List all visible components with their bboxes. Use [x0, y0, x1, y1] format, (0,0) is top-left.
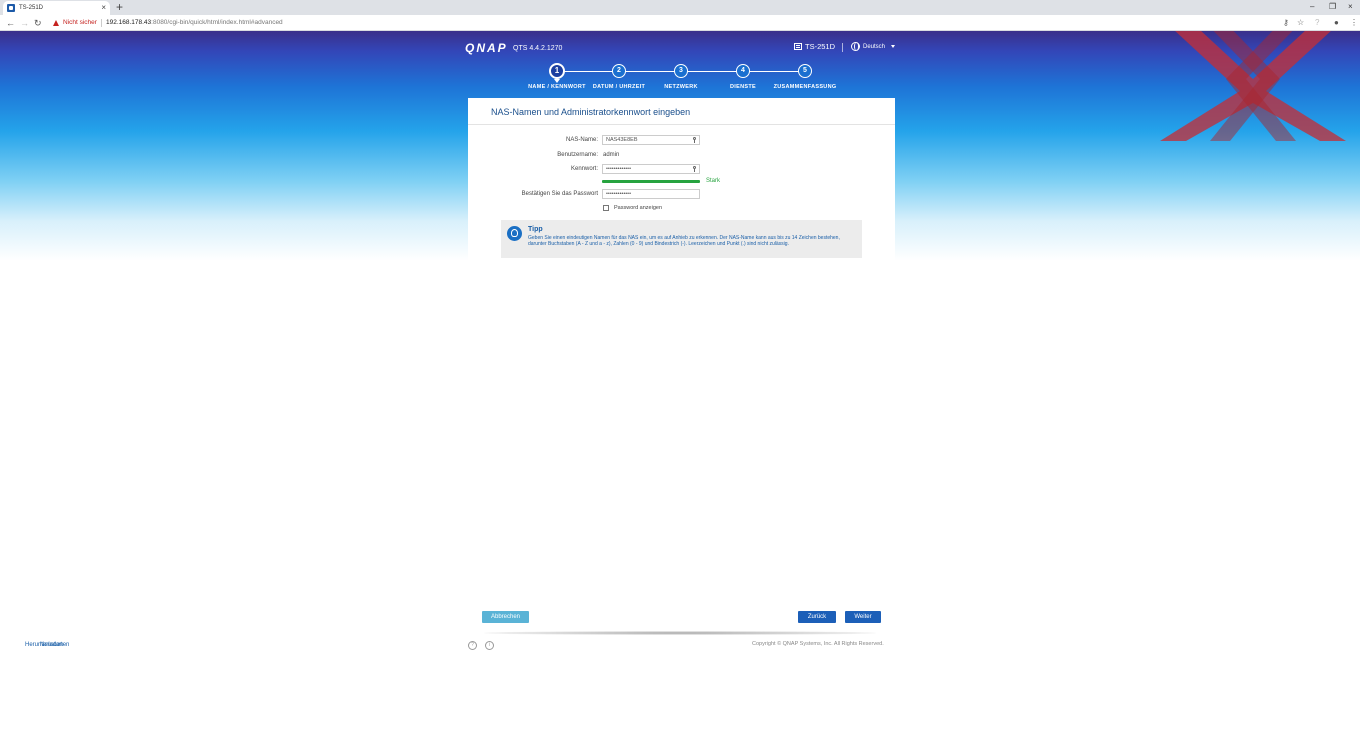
chevron-down-icon: [891, 45, 896, 48]
help-icon[interactable]: ?: [468, 641, 477, 650]
url-host: 192.168.178.43: [105, 19, 152, 26]
device-name-label: TS-251D: [805, 42, 836, 51]
footer-links: HerunterladenNeustarten: [25, 642, 69, 648]
bookmark-star-icon[interactable]: ☆: [1297, 17, 1304, 29]
nas-name-label: NAS-Name:: [565, 137, 598, 143]
active-step-pointer-icon: [554, 79, 560, 83]
qts-version: QTS 4.4.2.1270: [513, 45, 563, 52]
background-x-mark-icon: [1160, 31, 1346, 141]
new-tab-button[interactable]: +: [116, 1, 123, 14]
step-3-circle: 3: [674, 64, 688, 78]
forward-button[interactable]: →: [20, 16, 29, 30]
nas-name-value: NAS43E8EB: [606, 137, 638, 143]
close-window-button[interactable]: ×: [1348, 1, 1353, 13]
maximize-button[interactable]: ❐: [1329, 1, 1336, 13]
tip-text: Geben Sie einen eindeutigen Namen für da…: [528, 235, 840, 247]
panel-divider: [468, 124, 895, 125]
globe-icon: [851, 42, 860, 51]
language-selector[interactable]: Deutsch: [851, 42, 896, 51]
cancel-button[interactable]: Abbrechen: [482, 611, 529, 623]
password-value: •••••••••••••: [606, 166, 632, 172]
panel-title: NAS-Namen und Administratorkennwort eing…: [491, 107, 691, 117]
device-name: TS-251D: [794, 42, 835, 51]
password-input[interactable]: •••••••••••••: [602, 164, 700, 174]
tab-title: TS-251D: [19, 5, 44, 11]
nas-name-input[interactable]: NAS43E8EB: [602, 135, 700, 145]
password-strength-label: Stark: [706, 178, 721, 184]
restart-link[interactable]: Neustarten: [40, 642, 69, 648]
panel-shadow: [484, 631, 876, 635]
step-4-circle: 4: [736, 64, 750, 78]
qnap-favicon-icon: [7, 4, 15, 12]
url-path: :8080/cgi-bin/quick/html/index.html#adva…: [151, 19, 283, 26]
security-indicator[interactable]: Nicht sicher: [63, 19, 97, 26]
username-value: admin: [603, 152, 620, 158]
language-label: Deutsch: [863, 43, 886, 50]
password-label: Kennwort:: [570, 166, 598, 172]
key-icon: [693, 166, 696, 172]
key-icon[interactable]: ⚷: [1283, 17, 1289, 29]
step-5-circle: 5: [798, 64, 812, 78]
copyright-text: Copyright © QNAP Systems, Inc. All Right…: [752, 641, 884, 647]
reload-button[interactable]: ↻: [34, 16, 42, 30]
key-icon: [693, 137, 696, 143]
extension-icon[interactable]: ?: [1315, 17, 1319, 29]
step-2-circle: 2: [612, 64, 626, 78]
header-divider: [842, 43, 843, 52]
lightbulb-icon: [507, 226, 522, 241]
step-1-circle: 1: [549, 63, 565, 79]
confirm-password-value: •••••••••••••: [606, 191, 632, 197]
warning-icon: [53, 19, 59, 26]
browser-tab-bar: TS-251D × + – ❐ ×: [0, 0, 1360, 15]
wizard-panel: NAS-Namen und Administratorkennwort eing…: [468, 98, 895, 632]
next-button[interactable]: Weiter: [845, 611, 881, 623]
browser-tab[interactable]: TS-251D ×: [3, 1, 110, 15]
password-strength-bar: [602, 180, 700, 183]
address-bar[interactable]: Nicht sicher 192.168.178.43:8080/cgi-bin…: [48, 16, 1278, 29]
tip-title: Tipp: [528, 226, 543, 233]
show-password-checkbox[interactable]: [603, 205, 609, 211]
minimize-button[interactable]: –: [1310, 1, 1314, 13]
url-separator: [100, 18, 102, 27]
url-text[interactable]: 192.168.178.43:8080/cgi-bin/quick/html/i…: [106, 19, 283, 26]
back-button[interactable]: ←: [6, 16, 15, 30]
nas-device-icon: [794, 43, 802, 50]
tab-close-icon[interactable]: ×: [101, 4, 106, 12]
tip-box: Tipp Geben Sie einen eindeutigen Namen f…: [501, 220, 862, 258]
confirm-password-label: Bestätigen Sie das Passwort: [521, 191, 598, 197]
confirm-password-input[interactable]: •••••••••••••: [602, 189, 700, 199]
username-label: Benutzername:: [557, 152, 598, 158]
show-password-label[interactable]: Password anzeigen: [614, 205, 662, 211]
step-5-label: ZUSAMMENFASSUNG: [773, 84, 837, 90]
browser-toolbar: ← → ↻ Nicht sicher 192.168.178.43:8080/c…: [0, 15, 1360, 31]
browser-menu-icon[interactable]: ⋮: [1350, 17, 1358, 29]
qnap-logo: QNAP: [465, 41, 508, 55]
profile-avatar-icon[interactable]: ●: [1334, 17, 1339, 29]
wizard-page: QNAP QTS 4.4.2.1270 TS-251D Deutsch 1 2 …: [0, 31, 1360, 749]
info-icon[interactable]: i: [485, 641, 494, 650]
back-button[interactable]: Zurück: [798, 611, 836, 623]
